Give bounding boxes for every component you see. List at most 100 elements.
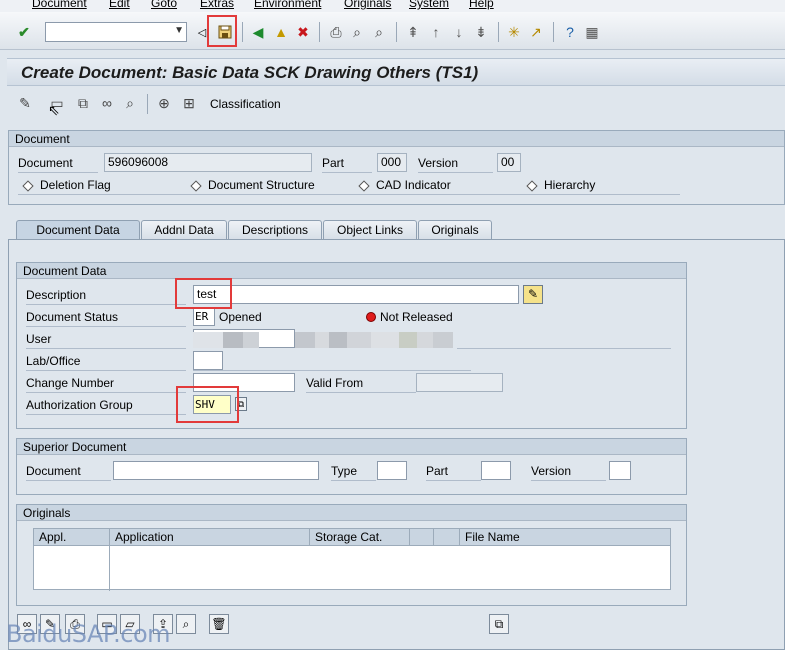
- cancel-icon[interactable]: ✖: [294, 23, 312, 41]
- originals-title: Originals: [17, 505, 686, 521]
- layout-menu-icon[interactable]: ▦: [583, 23, 601, 41]
- document-data-group: Document Data Description test ✎ Documen…: [16, 262, 687, 429]
- change-number-label: Change Number: [26, 376, 115, 390]
- part-field[interactable]: 000: [377, 153, 407, 172]
- shortcut-icon[interactable]: ↗: [527, 23, 545, 41]
- print-icon[interactable]: ⎙: [327, 23, 345, 41]
- standard-toolbar: ✔ ▼ ◁ ◀ ▲ ✖ ⎙ ⌕ ⌕ ⇞ ↑ ↓ ⇟ ✳ ↗ ? ▦: [0, 12, 785, 50]
- superior-version-label: Version: [531, 464, 572, 478]
- menu-document[interactable]: Document: [32, 0, 87, 10]
- document-group: Document Document 596096008 Part 000 Ver…: [8, 130, 785, 205]
- delete-original-icon[interactable]: 🗑: [209, 614, 229, 634]
- column-header-file-name[interactable]: File Name: [459, 528, 671, 546]
- document-group-title: Document: [9, 131, 784, 147]
- release-status-text: Not Released: [380, 310, 453, 324]
- deletion-flag-label: Deletion Flag: [40, 178, 111, 192]
- hierarchy-icon[interactable]: ⊞: [180, 94, 198, 112]
- menu-system[interactable]: System: [409, 0, 449, 10]
- menu-edit[interactable]: Edit: [109, 0, 130, 10]
- superior-type-input[interactable]: [377, 461, 407, 480]
- version-field[interactable]: 00: [497, 153, 521, 172]
- original-search-icon[interactable]: ⌕: [176, 614, 196, 634]
- tab-object-links[interactable]: Object Links: [323, 220, 417, 240]
- command-field[interactable]: ▼: [45, 22, 187, 42]
- watermark: BaiduSAP.com: [6, 620, 171, 648]
- superior-type-label: Type: [331, 464, 358, 478]
- user-label: User: [26, 332, 52, 346]
- hierarchy-label: Hierarchy: [544, 178, 596, 192]
- originals-table-body: [33, 545, 671, 591]
- document-number-field[interactable]: 596096008: [104, 153, 312, 172]
- find-next-icon[interactable]: ⌕: [370, 23, 388, 41]
- authorization-highlight-box: [176, 386, 239, 423]
- document-structure-indicator-icon: [190, 180, 202, 192]
- copy-original-icon[interactable]: ⧉: [489, 614, 509, 634]
- help-icon[interactable]: ?: [561, 23, 579, 41]
- tab-document-data[interactable]: Document Data: [16, 220, 140, 240]
- tab-addnl-data[interactable]: Addnl Data: [141, 220, 227, 240]
- long-text-edit-icon[interactable]: ✎: [523, 285, 543, 304]
- valid-from-label: Valid From: [306, 376, 364, 390]
- superior-part-input[interactable]: [481, 461, 511, 480]
- exit-icon[interactable]: ▲: [272, 23, 290, 41]
- edit-pencil-icon[interactable]: ✎: [16, 94, 34, 112]
- column-header-storage-category[interactable]: Storage Cat.: [309, 528, 410, 546]
- page-title: Create Document: Basic Data SCK Drawing …: [21, 63, 479, 82]
- search-icon[interactable]: ⊕: [155, 94, 173, 112]
- superior-document-title: Superior Document: [17, 439, 686, 455]
- previous-page-icon[interactable]: ↑: [427, 23, 445, 41]
- tab-descriptions[interactable]: Descriptions: [228, 220, 322, 240]
- classification-button[interactable]: Classification: [210, 97, 281, 111]
- superior-document-label: Document: [26, 464, 81, 478]
- back-icon[interactable]: ◀: [249, 23, 267, 41]
- tab-originals[interactable]: Originals: [418, 220, 492, 240]
- cad-indicator-label: CAD Indicator: [376, 178, 451, 192]
- menu-extras[interactable]: Extras: [200, 0, 234, 10]
- description-label: Description: [26, 288, 87, 302]
- superior-part-label: Part: [426, 464, 449, 478]
- lab-office-label: Lab/Office: [26, 354, 81, 368]
- originals-group: Originals Appl. Application Storage Cat.…: [16, 504, 687, 606]
- menu-environment[interactable]: Environment: [254, 0, 321, 10]
- create-session-icon[interactable]: ✳: [505, 23, 523, 41]
- hierarchy-indicator-icon: [526, 180, 538, 192]
- description-input[interactable]: test: [193, 285, 519, 304]
- superior-document-input[interactable]: [113, 461, 319, 480]
- deletion-flag-indicator-icon: [22, 180, 34, 192]
- document-status-label: Document Status: [26, 310, 119, 324]
- lab-office-input[interactable]: [193, 351, 223, 370]
- first-page-icon[interactable]: ⇞: [404, 23, 422, 41]
- document-status-field[interactable]: ER: [193, 307, 215, 326]
- find-icon[interactable]: ⌕: [348, 23, 366, 41]
- menu-originals[interactable]: Originals: [344, 0, 391, 10]
- last-page-icon[interactable]: ⇟: [472, 23, 490, 41]
- next-page-icon[interactable]: ↓: [450, 23, 468, 41]
- document-label: Document: [18, 156, 73, 170]
- application-toolbar: ✎ ▭ ⧉ ∞ ⌕ ⊕ ⊞ Classification ⇖: [0, 90, 785, 118]
- column-header-blank[interactable]: [409, 528, 434, 546]
- redacted-user-area: [193, 332, 223, 348]
- description-highlight-box: [175, 278, 232, 309]
- valid-from-field[interactable]: [416, 373, 503, 392]
- authorization-group-label: Authorization Group: [26, 398, 133, 412]
- enter-icon[interactable]: ✔: [15, 23, 33, 41]
- menu-help[interactable]: Help: [469, 0, 494, 10]
- menu-bar: Document Edit Goto Extras Environment Or…: [0, 0, 785, 12]
- copy-icon[interactable]: ⧉: [74, 94, 92, 112]
- part-label: Part: [322, 156, 345, 170]
- cad-indicator-icon: [358, 180, 370, 192]
- chevron-down-icon[interactable]: ▼: [174, 25, 184, 36]
- glasses-icon[interactable]: ∞: [98, 94, 116, 112]
- column-header-application[interactable]: Application: [109, 528, 310, 546]
- mouse-cursor-icon: ⇖: [48, 102, 60, 118]
- menu-goto[interactable]: Goto: [151, 0, 177, 10]
- column-header-blank-2[interactable]: [433, 528, 460, 546]
- document-data-title: Document Data: [17, 263, 686, 279]
- title-bar: Create Document: Basic Data SCK Drawing …: [7, 58, 785, 86]
- not-released-status-icon: [366, 312, 376, 322]
- superior-version-input[interactable]: [609, 461, 631, 480]
- superior-document-group: Superior Document Document Type Part Ver…: [16, 438, 687, 495]
- document-status-text: Opened: [219, 310, 262, 324]
- binoculars-icon[interactable]: ⌕: [121, 94, 139, 112]
- column-header-appl[interactable]: Appl.: [33, 528, 110, 546]
